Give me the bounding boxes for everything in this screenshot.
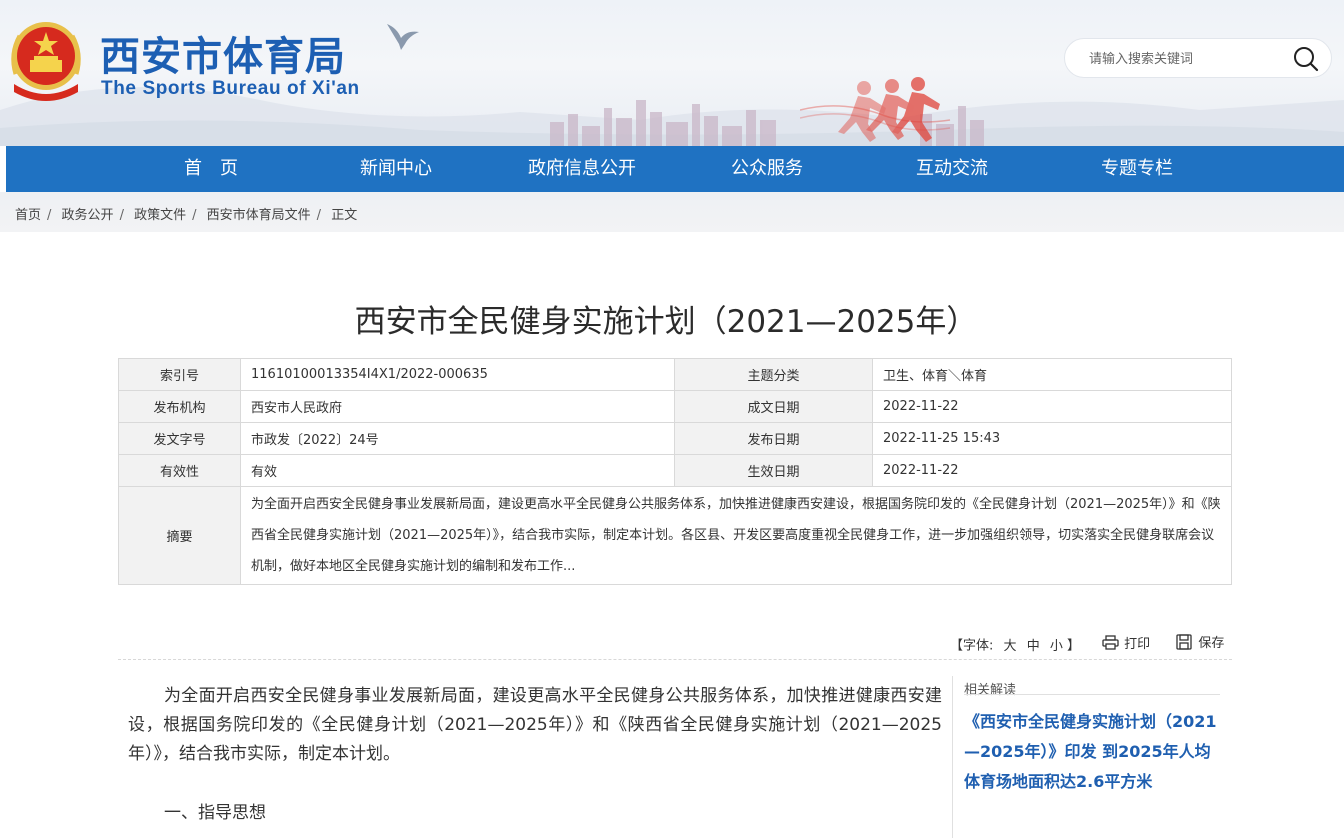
breadcrumb: 首页 / 政务公开 / 政策文件 / 西安市体育局文件 / 正文	[15, 208, 358, 223]
search-icon[interactable]	[1291, 45, 1321, 73]
effective-date-label: 生效日期	[674, 454, 873, 487]
header-banner: 西安市体育局 The Sports Bureau of Xi'an	[0, 0, 1344, 146]
topic-value: 卫生、体育＼体育	[872, 358, 1232, 391]
document-info-table: 索引号 11610100013354I4X1/2022-000635 主题分类 …	[118, 358, 1232, 585]
nav-item-public-service[interactable]: 公众服务	[697, 146, 837, 192]
bird-decoration	[387, 24, 419, 50]
section-heading: 一、指导思想	[164, 803, 266, 823]
article-tools: 【字体: 大 中 小 】 打印 保存	[950, 632, 1224, 654]
related-reading-underline	[964, 694, 1220, 695]
validity-value: 有效	[240, 454, 675, 487]
nav-item-news-center[interactable]: 新闻中心	[326, 146, 466, 192]
save-icon	[1176, 633, 1192, 650]
nav-item-gov-info[interactable]: 政府信息公开	[512, 146, 652, 192]
nav-item-interaction[interactable]: 互动交流	[882, 146, 1022, 192]
nav-item-special-topics[interactable]: 专题专栏	[1067, 146, 1207, 192]
table-row: 索引号 11610100013354I4X1/2022-000635 主题分类 …	[118, 358, 1232, 391]
breadcrumb-current: 正文	[331, 208, 358, 223]
table-row: 有效性 有效 生效日期 2022-11-22	[118, 454, 1232, 487]
effective-date-value: 2022-11-22	[872, 454, 1232, 487]
doc-number-value: 市政发〔2022〕24号	[240, 422, 675, 455]
font-large-button[interactable]: 大	[1004, 635, 1017, 654]
divider	[118, 659, 1232, 660]
font-size-label-end: 】	[1067, 638, 1081, 654]
index-label: 索引号	[118, 358, 241, 391]
site-subtitle-english: The Sports Bureau of Xi'an	[101, 78, 360, 99]
related-reading-link[interactable]: 《西安市全民健身实施计划（2021—2025年）》印发 到2025年人均体育场地…	[964, 707, 1220, 797]
written-date-value: 2022-11-22	[872, 390, 1232, 423]
font-medium-button[interactable]: 中	[1027, 635, 1040, 654]
nav-item-home[interactable]: 首 页	[141, 146, 281, 192]
print-button[interactable]: 打印	[1102, 633, 1150, 652]
font-small-button[interactable]: 小	[1050, 635, 1063, 654]
breadcrumb-policy-docs[interactable]: 政策文件	[134, 208, 186, 223]
print-label: 打印	[1124, 636, 1151, 652]
breadcrumb-bureau-docs[interactable]: 西安市体育局文件	[207, 208, 311, 223]
publish-date-value: 2022-11-25 15:43	[872, 422, 1232, 455]
page-title: 西安市全民健身实施计划（2021—2025年）	[354, 304, 978, 340]
topic-label: 主题分类	[674, 358, 873, 391]
written-date-label: 成文日期	[674, 390, 873, 423]
abstract-value: 为全面开启西安全民健身事业发展新局面，建设更高水平全民健身公共服务体系，加快推进…	[240, 486, 1232, 585]
abstract-label: 摘要	[118, 486, 241, 585]
printer-icon	[1102, 634, 1119, 650]
publish-date-label: 发布日期	[674, 422, 873, 455]
search-input[interactable]	[1089, 48, 1289, 70]
article-paragraph: 为全面开启西安全民健身事业发展新局面，建设更高水平全民健身公共服务体系，加快推进…	[128, 686, 942, 764]
save-button[interactable]: 保存	[1176, 632, 1224, 651]
font-size-label: 【字体:	[950, 638, 994, 654]
validity-label: 有效性	[118, 454, 241, 487]
issuer-label: 发布机构	[118, 390, 241, 423]
table-row: 摘要 为全面开启西安全民健身事业发展新局面，建设更高水平全民健身公共服务体系，加…	[118, 486, 1232, 585]
table-row: 发文字号 市政发〔2022〕24号 发布日期 2022-11-25 15:43	[118, 422, 1232, 455]
breadcrumb-home[interactable]: 首页	[15, 208, 41, 223]
runners-decoration	[800, 77, 951, 142]
breadcrumb-gov-affairs[interactable]: 政务公开	[62, 208, 114, 223]
table-row: 发布机构 西安市人民政府 成文日期 2022-11-22	[118, 390, 1232, 423]
sidebar-divider	[952, 676, 953, 838]
breadcrumb-bar: 首页 / 政务公开 / 政策文件 / 西安市体育局文件 / 正文	[0, 192, 1344, 232]
issuer-value: 西安市人民政府	[240, 390, 675, 423]
main-nav: 首 页 新闻中心 政府信息公开 公众服务 互动交流 专题专栏	[6, 146, 1344, 192]
national-emblem-logo	[11, 22, 81, 101]
doc-number-label: 发文字号	[118, 422, 241, 455]
index-value: 11610100013354I4X1/2022-000635	[240, 358, 675, 391]
related-reading-title: 相关解读	[964, 683, 1017, 698]
site-title[interactable]: 西安市体育局	[100, 24, 346, 82]
save-label: 保存	[1198, 636, 1225, 651]
search-box	[1064, 38, 1332, 78]
